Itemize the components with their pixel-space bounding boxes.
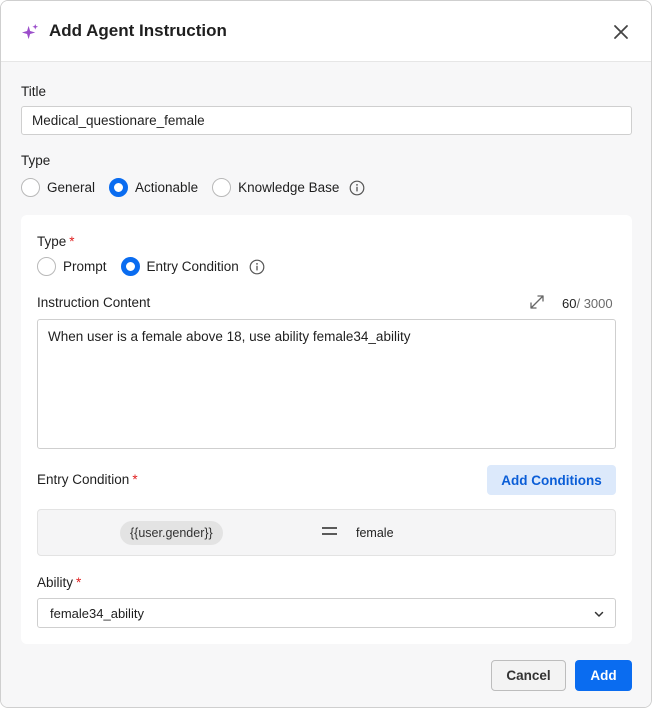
dialog-title: Add Agent Instruction <box>49 21 227 40</box>
ability-label: Ability * <box>37 575 81 590</box>
title-label: Title <box>21 84 47 99</box>
sparkle-icon <box>21 23 39 40</box>
type-label: Type <box>21 153 51 168</box>
radio-button[interactable] <box>37 257 56 276</box>
radio-label: Actionable <box>135 180 199 195</box>
radio-knowledge-base[interactable]: Knowledge Base <box>212 178 339 197</box>
card-type-radio-group: Prompt Entry Condition <box>37 257 265 276</box>
entry-condition-label: Entry Condition * <box>37 472 138 487</box>
instruction-content-textarea[interactable]: When user is a female above 18, use abil… <box>37 319 616 449</box>
radio-button-checked[interactable] <box>120 257 140 276</box>
radio-prompt[interactable]: Prompt <box>37 257 107 276</box>
dialog-header: Add Agent Instruction <box>1 1 651 62</box>
info-icon[interactable] <box>349 180 365 196</box>
instruction-type-radio-group: General Actionable Knowledge Base <box>21 178 365 197</box>
instruction-content-label: Instruction Content <box>37 295 151 310</box>
actionable-settings-card: Type * Prompt Entry Condition Instruction… <box>21 215 632 644</box>
required-mark: * <box>132 472 138 487</box>
char-count: 60 <box>562 296 577 311</box>
radio-button-checked[interactable] <box>109 178 129 197</box>
add-agent-instruction-dialog: Add Agent Instruction Title Type General… <box>0 0 652 708</box>
card-type-label: Type * <box>37 234 75 249</box>
info-icon[interactable] <box>249 259 265 275</box>
radio-entry-condition[interactable]: Entry Condition <box>120 257 239 276</box>
condition-value[interactable]: female <box>356 526 394 540</box>
char-max: / 3000 <box>576 296 613 311</box>
required-mark: * <box>69 234 75 249</box>
close-icon[interactable] <box>611 22 631 42</box>
chevron-down-icon <box>594 611 604 617</box>
ability-select[interactable]: female34_ability <box>37 598 616 628</box>
add-button[interactable]: Add <box>575 660 632 691</box>
radio-general[interactable]: General <box>21 178 95 197</box>
condition-variable-chip[interactable]: {{user.gender}} <box>120 521 223 545</box>
card-type-label-text: Type <box>37 234 67 249</box>
radio-button[interactable] <box>21 178 40 197</box>
ability-select-value: female34_ability <box>50 606 144 621</box>
title-input[interactable] <box>21 106 632 135</box>
radio-label: Knowledge Base <box>238 180 340 195</box>
radio-label: Entry Condition <box>146 259 239 274</box>
radio-actionable[interactable]: Actionable <box>109 178 198 197</box>
required-mark: * <box>76 575 82 590</box>
radio-button[interactable] <box>212 178 232 197</box>
expand-icon[interactable] <box>529 294 545 310</box>
entry-condition-label-text: Entry Condition <box>37 472 130 487</box>
dialog-body: Title Type General Actionable Knowledge … <box>1 62 651 707</box>
char-counter: 60/ 3000 <box>562 296 613 311</box>
equals-icon[interactable] <box>322 527 337 537</box>
add-conditions-button[interactable]: Add Conditions <box>487 465 616 495</box>
cancel-button[interactable]: Cancel <box>491 660 566 691</box>
ability-label-text: Ability <box>37 575 74 590</box>
condition-row: {{user.gender}} female <box>37 509 616 556</box>
radio-label: Prompt <box>63 259 107 274</box>
radio-label: General <box>47 180 96 195</box>
